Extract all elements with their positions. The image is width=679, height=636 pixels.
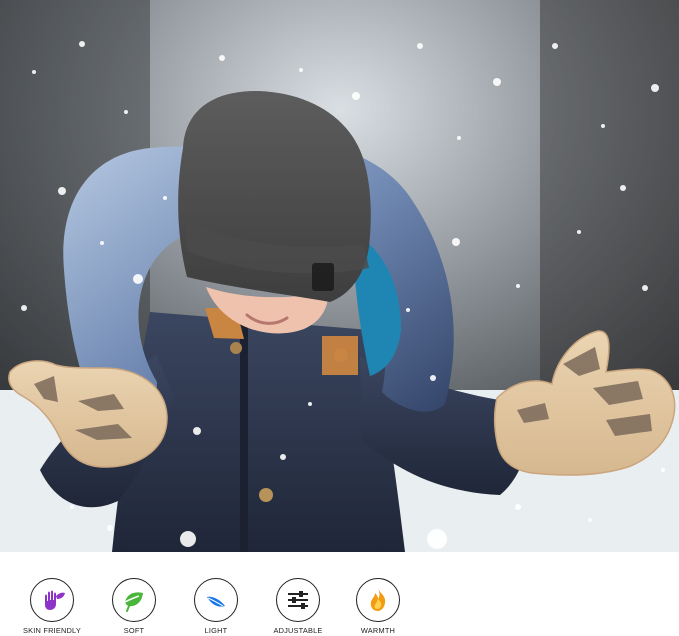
sliders-icon xyxy=(288,591,308,609)
feather-icon xyxy=(207,596,225,607)
feature-label-adjustable: ADJUSTABLE xyxy=(273,626,323,635)
feature-icon-circle xyxy=(112,578,156,622)
feature-label-warmth: WARMTH xyxy=(360,626,396,635)
feature-bar: SKIN FRIENDLY SOFT LIGHT ADJUSTABLE WARM… xyxy=(0,552,679,636)
flame-icon xyxy=(370,589,386,611)
feature-soft: SOFT xyxy=(92,578,176,634)
feature-skin-friendly: SKIN FRIENDLY xyxy=(10,578,94,634)
hand-leaf-icon xyxy=(45,590,65,610)
feature-icon-circle xyxy=(30,578,74,622)
feature-icon-circle xyxy=(356,578,400,622)
child-snow-illustration xyxy=(0,0,679,552)
feature-adjustable: ADJUSTABLE xyxy=(256,578,340,634)
leaf-icon xyxy=(124,592,143,612)
hero-photo xyxy=(0,0,679,552)
page: SKIN FRIENDLY SOFT LIGHT ADJUSTABLE WARM… xyxy=(0,0,679,636)
feature-label-soft: SOFT xyxy=(123,626,145,635)
feature-label-light: LIGHT xyxy=(204,626,228,635)
feature-light: LIGHT xyxy=(174,578,258,634)
feature-icon-circle xyxy=(276,578,320,622)
feature-icon-circle xyxy=(194,578,238,622)
feature-warmth: WARMTH xyxy=(336,578,420,634)
feature-label-skin-friendly: SKIN FRIENDLY xyxy=(23,626,81,635)
